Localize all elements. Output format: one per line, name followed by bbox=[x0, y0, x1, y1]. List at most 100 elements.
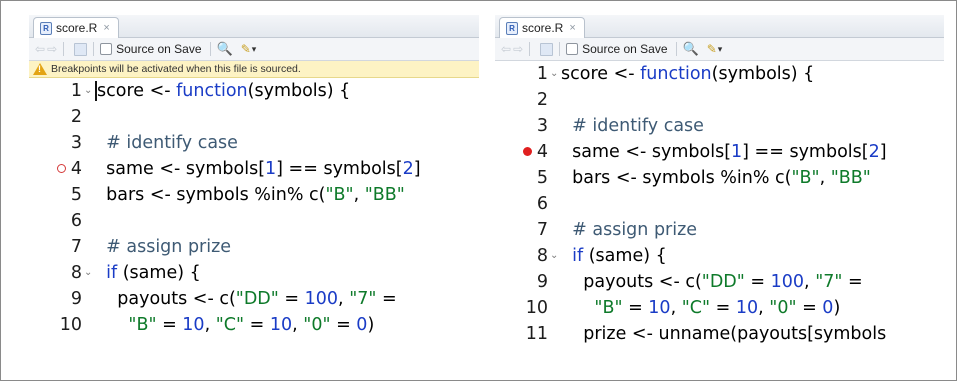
magic-wand-icon[interactable]: ✎ bbox=[707, 42, 717, 56]
line-code: # identify case bbox=[106, 133, 238, 153]
save-icon[interactable] bbox=[540, 42, 554, 56]
code-line[interactable]: 1 ⌄ score <- function(symbols) { bbox=[29, 78, 479, 104]
tab-close-button[interactable]: × bbox=[103, 22, 109, 34]
code-line[interactable]: 11 prize <- unname(payouts[symbols bbox=[495, 321, 944, 347]
toolbar-divider bbox=[559, 42, 561, 56]
magic-wand-icon[interactable]: ✎ bbox=[241, 42, 251, 56]
source-on-save-checkbox[interactable] bbox=[100, 43, 113, 55]
tab-bar: R score.R × bbox=[29, 15, 479, 38]
line-number[interactable]: 1 bbox=[495, 61, 548, 87]
line-code: bars <- symbols %in% c("B", "BB" bbox=[95, 185, 405, 205]
breakpoint-notice-bar: Breakpoints will be activated when this … bbox=[29, 61, 479, 78]
line-number[interactable]: 2 bbox=[29, 104, 82, 130]
forward-arrow-icon[interactable]: ⇨ bbox=[513, 42, 523, 56]
code-line[interactable]: 7 # assign prize bbox=[495, 217, 944, 243]
code-line[interactable]: 2 bbox=[495, 87, 944, 113]
line-number[interactable]: 1 bbox=[29, 78, 82, 104]
code-line[interactable]: 4 same <- symbols[1] == symbols[2] bbox=[29, 156, 479, 182]
breakpoint-icon[interactable] bbox=[523, 147, 532, 156]
line-number[interactable]: 4 bbox=[29, 156, 82, 182]
line-number[interactable]: 3 bbox=[29, 130, 82, 156]
code-line[interactable]: 3 # identify case bbox=[29, 130, 479, 156]
code-line[interactable]: 4 same <- symbols[1] == symbols[2] bbox=[495, 139, 944, 165]
source-on-save-label: Source on Save bbox=[582, 42, 668, 56]
search-icon[interactable]: 🔍 bbox=[683, 41, 699, 57]
r-file-icon: R bbox=[506, 21, 518, 35]
search-icon[interactable]: 🔍 bbox=[217, 41, 233, 57]
line-number[interactable]: 10 bbox=[495, 295, 548, 321]
code-line[interactable]: 10 "B" = 10, "C" = 10, "0" = 0) bbox=[495, 295, 944, 321]
code-line[interactable]: 2 bbox=[29, 104, 479, 130]
code-line[interactable]: 10 "B" = 10, "C" = 10, "0" = 0) bbox=[29, 312, 479, 338]
code-line[interactable]: 8 ⌄ if (same) { bbox=[495, 243, 944, 269]
line-code: score <- function(symbols) { bbox=[561, 64, 815, 84]
code-line[interactable]: 8 ⌄ if (same) { bbox=[29, 260, 479, 286]
toolbar-divider bbox=[675, 42, 677, 56]
tab-close-button[interactable]: × bbox=[569, 22, 575, 34]
line-number[interactable]: 3 bbox=[495, 113, 548, 139]
code-line[interactable]: 6 bbox=[29, 208, 479, 234]
back-arrow-icon[interactable]: ⇦ bbox=[501, 42, 511, 56]
line-code: bars <- symbols %in% c("B", "BB" bbox=[561, 168, 871, 188]
code-line[interactable]: 5 bars <- symbols %in% c("B", "BB" bbox=[29, 182, 479, 208]
editor-pane-right: R score.R × ⇦ ⇨ Source on Save 🔍 ✎ ▾ 1 ⌄ s… bbox=[495, 15, 944, 369]
forward-arrow-icon[interactable]: ⇨ bbox=[47, 42, 57, 56]
back-arrow-icon[interactable]: ⇦ bbox=[35, 42, 45, 56]
line-code: # assign prize bbox=[106, 237, 232, 257]
line-number[interactable]: 7 bbox=[495, 217, 548, 243]
screenshot-frame: R score.R × ⇦ ⇨ Source on Save 🔍 ✎ ▾ Bre… bbox=[0, 0, 957, 381]
line-code: score <- function(symbols) { bbox=[95, 81, 351, 101]
line-code: if (same) { bbox=[106, 263, 201, 283]
line-number[interactable]: 6 bbox=[29, 208, 82, 234]
breakpoint-icon[interactable] bbox=[57, 164, 66, 173]
line-number[interactable]: 8 bbox=[29, 260, 82, 286]
toolbar-divider bbox=[93, 42, 95, 56]
save-icon[interactable] bbox=[74, 42, 88, 56]
toolbar-divider bbox=[529, 42, 531, 56]
code-line[interactable]: 6 bbox=[495, 191, 944, 217]
tab-label: score.R bbox=[56, 21, 98, 35]
fold-chevron-icon[interactable]: ⌄ bbox=[84, 78, 92, 104]
line-code: prize <- unname(payouts[symbols bbox=[561, 324, 887, 344]
code-line[interactable]: 7 # assign prize bbox=[29, 234, 479, 260]
fold-chevron-icon[interactable]: ⌄ bbox=[550, 61, 558, 87]
editor-pane-left: R score.R × ⇦ ⇨ Source on Save 🔍 ✎ ▾ Bre… bbox=[29, 15, 479, 369]
line-number[interactable]: 5 bbox=[29, 182, 82, 208]
line-code: # identify case bbox=[572, 116, 704, 136]
tab-score-r[interactable]: R score.R × bbox=[33, 17, 119, 38]
line-code: if (same) { bbox=[572, 246, 667, 266]
line-number[interactable]: 9 bbox=[29, 286, 82, 312]
tab-score-r[interactable]: R score.R × bbox=[499, 17, 585, 38]
chevron-down-icon[interactable]: ▾ bbox=[252, 44, 257, 55]
line-number[interactable]: 2 bbox=[495, 87, 548, 113]
notice-text: Breakpoints will be activated when this … bbox=[51, 63, 301, 75]
line-code: # assign prize bbox=[572, 220, 698, 240]
chevron-down-icon[interactable]: ▾ bbox=[718, 44, 723, 55]
source-on-save-label: Source on Save bbox=[116, 42, 202, 56]
fold-chevron-icon[interactable]: ⌄ bbox=[84, 260, 92, 286]
code-line[interactable]: 9 payouts <- c("DD" = 100, "7" = bbox=[29, 286, 479, 312]
line-code: "B" = 10, "C" = 10, "0" = 0) bbox=[594, 298, 841, 318]
tab-label: score.R bbox=[522, 21, 564, 35]
code-editor[interactable]: 1 ⌄ score <- function(symbols) {2 3 # ident… bbox=[29, 78, 479, 338]
line-number[interactable]: 5 bbox=[495, 165, 548, 191]
code-line[interactable]: 5 bars <- symbols %in% c("B", "BB" bbox=[495, 165, 944, 191]
line-number[interactable]: 7 bbox=[29, 234, 82, 260]
source-on-save-checkbox[interactable] bbox=[566, 43, 579, 55]
line-code: same <- symbols[1] == symbols[2] bbox=[95, 159, 421, 179]
line-number[interactable]: 10 bbox=[29, 312, 82, 338]
line-number[interactable]: 11 bbox=[495, 321, 548, 347]
r-file-icon: R bbox=[40, 21, 52, 35]
code-line[interactable]: 9 payouts <- c("DD" = 100, "7" = bbox=[495, 269, 944, 295]
warning-icon bbox=[33, 63, 47, 75]
line-number[interactable]: 8 bbox=[495, 243, 548, 269]
code-line[interactable]: 1 ⌄ score <- function(symbols) { bbox=[495, 61, 944, 87]
tab-bar: R score.R × bbox=[495, 15, 944, 38]
editor-toolbar: ⇦ ⇨ Source on Save 🔍 ✎ ▾ bbox=[495, 38, 944, 61]
fold-chevron-icon[interactable]: ⌄ bbox=[550, 243, 558, 269]
code-editor[interactable]: 1 ⌄ score <- function(symbols) {2 3 # ident… bbox=[495, 61, 944, 347]
line-number[interactable]: 9 bbox=[495, 269, 548, 295]
line-number[interactable]: 6 bbox=[495, 191, 548, 217]
code-line[interactable]: 3 # identify case bbox=[495, 113, 944, 139]
line-number[interactable]: 4 bbox=[495, 139, 548, 165]
